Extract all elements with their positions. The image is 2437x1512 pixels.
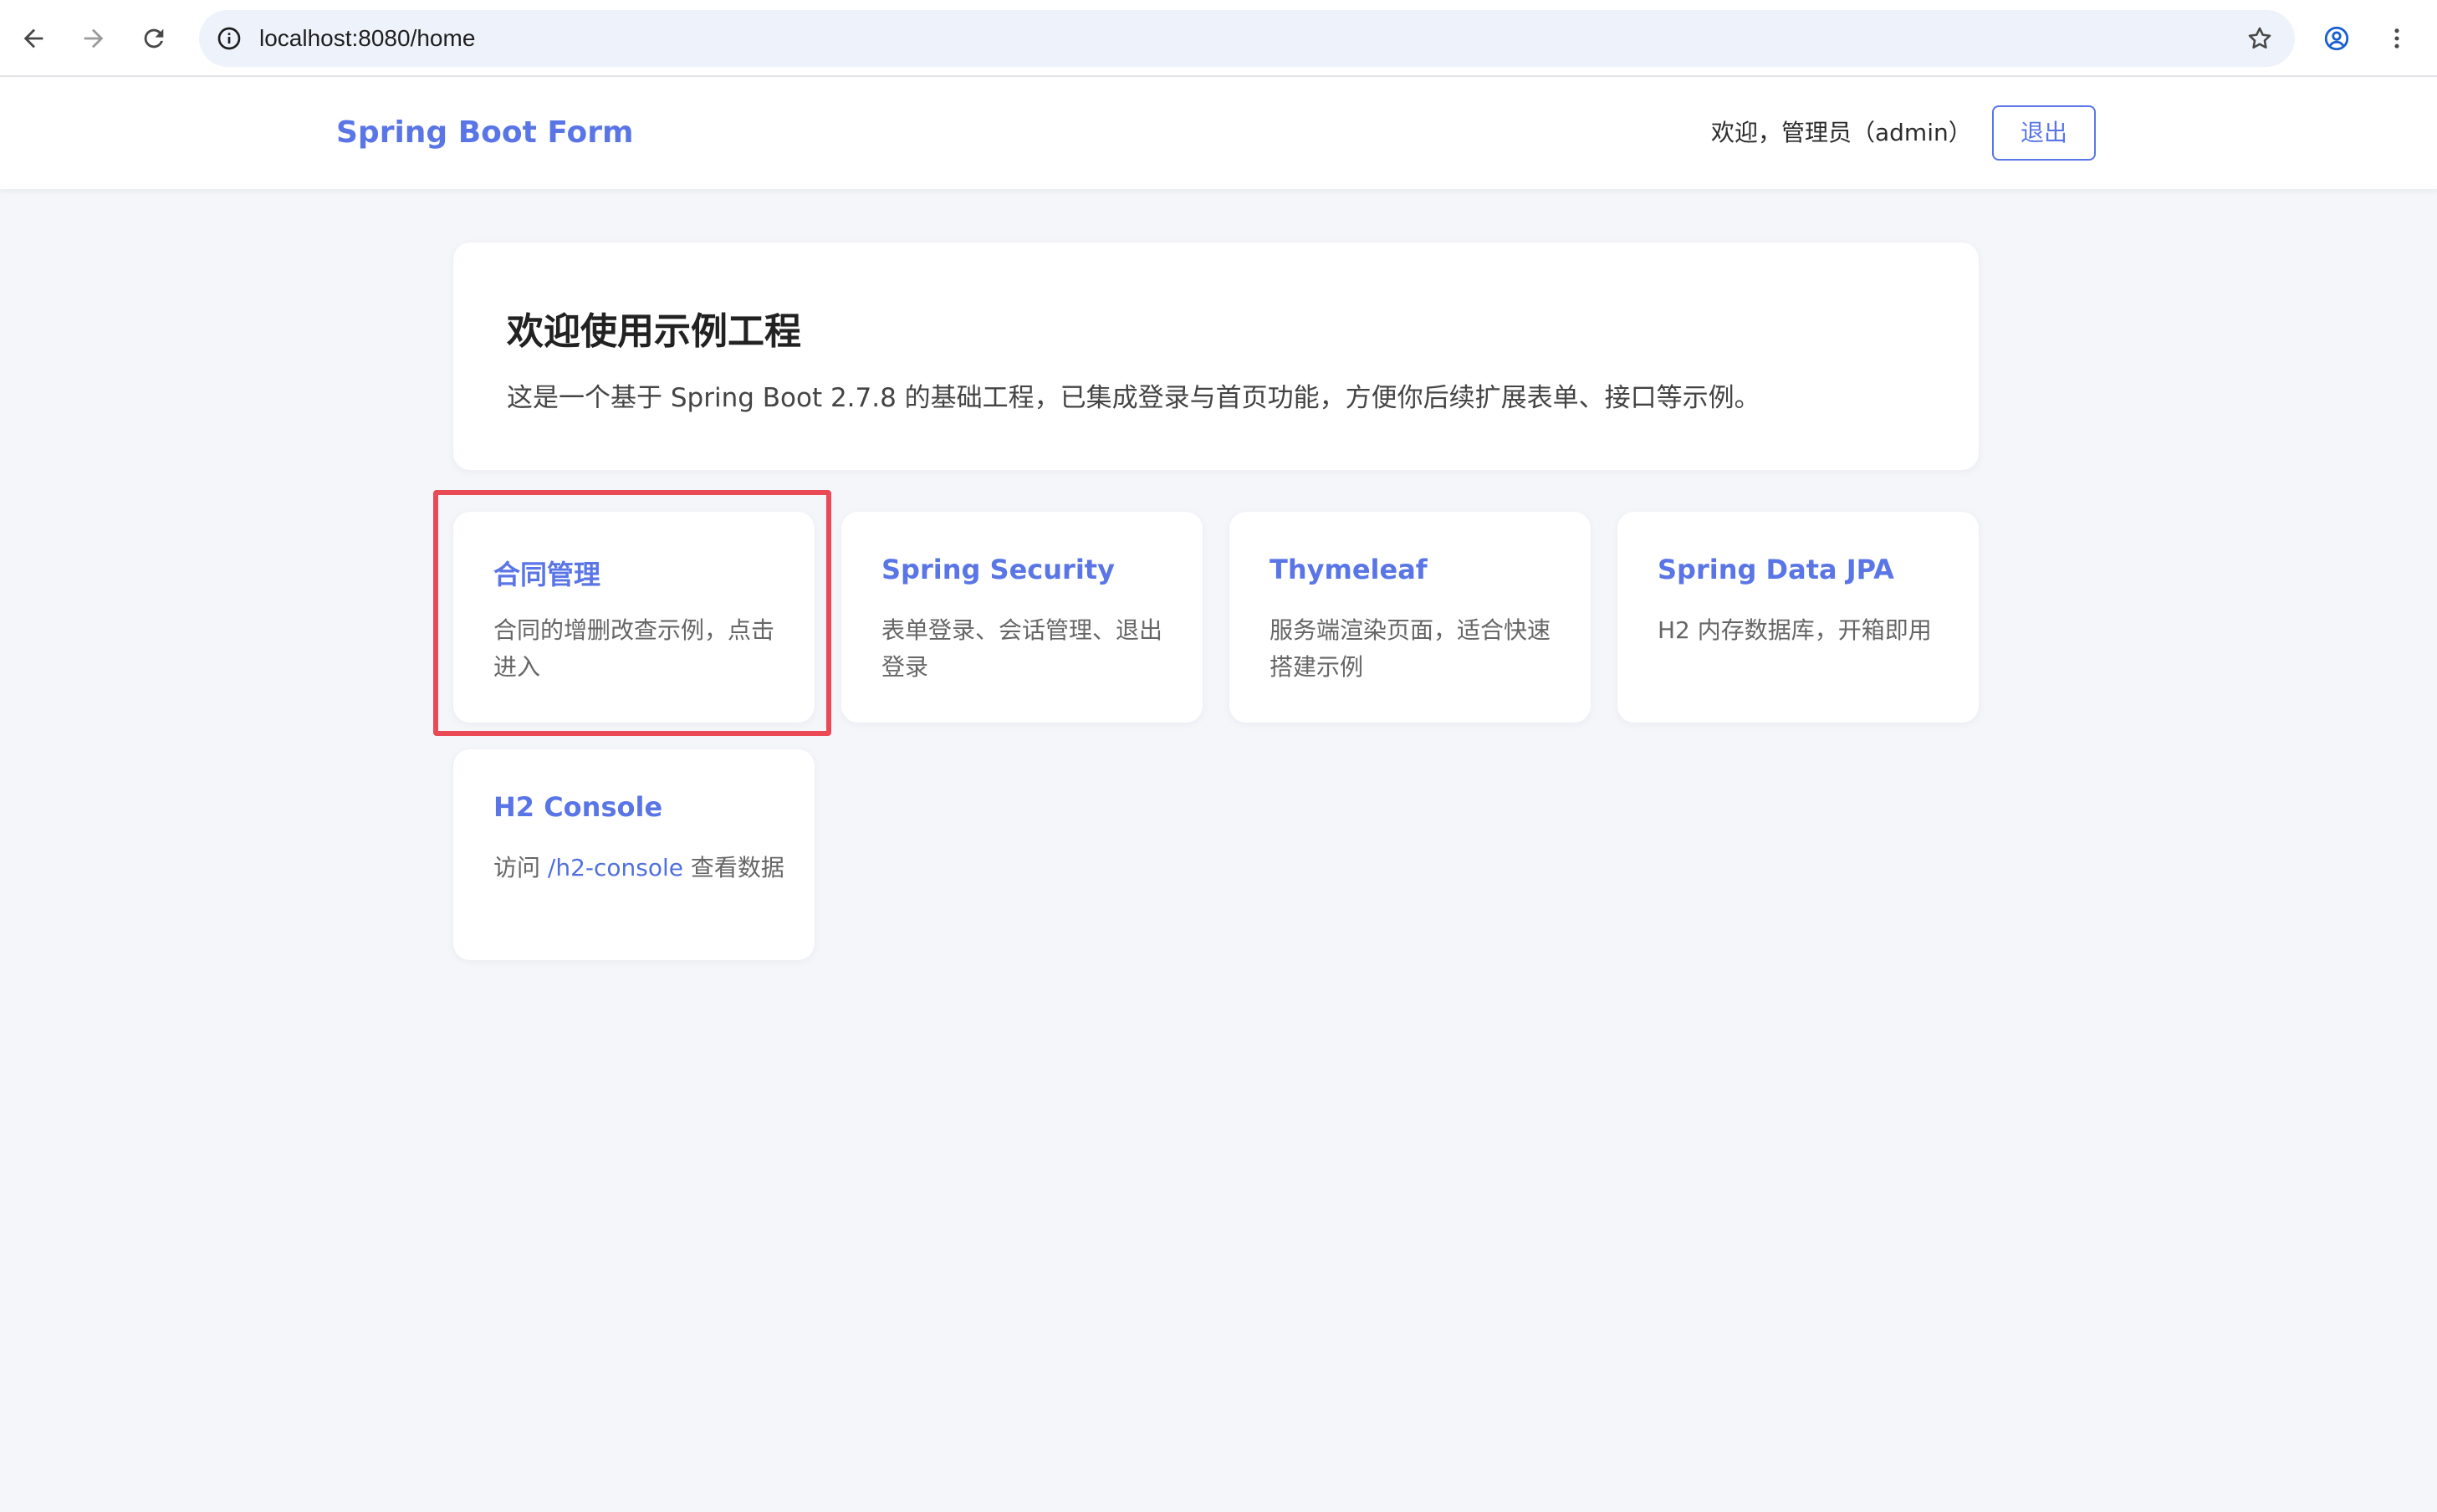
card-contract-management[interactable]: 合同管理 合同的增删改查示例，点击进入 <box>453 512 815 723</box>
desc-prefix: 访问 <box>493 854 548 881</box>
bookmark-star-icon[interactable] <box>2243 22 2276 55</box>
card-spring-data-jpa[interactable]: Spring Data JPA H2 内存数据库，开箱即用 <box>1617 512 1979 723</box>
card-description: H2 内存数据库，开箱即用 <box>1658 616 1932 644</box>
desc-suffix: 查看数据 <box>683 854 784 881</box>
card-description: 表单登录、会话管理、退出登录 <box>881 616 1163 681</box>
card-h2-console[interactable]: H2 Console 访问 /h2-console 查看数据 <box>453 749 815 960</box>
site-info-icon[interactable] <box>212 22 246 55</box>
card-title[interactable]: Thymeleaf <box>1270 554 1428 585</box>
card-description: 服务端渲染页面，适合快速搭建示例 <box>1270 616 1551 681</box>
address-bar[interactable]: localhost:8080/home <box>199 10 2295 67</box>
forward-button[interactable] <box>74 18 114 59</box>
arrow-left-icon <box>23 28 43 49</box>
arrow-right-icon <box>84 28 104 49</box>
card-description: 访问 /h2-console 查看数据 <box>493 850 786 886</box>
brand-link[interactable]: Spring Boot Form <box>336 77 634 189</box>
more-vertical-icon <box>2394 28 2399 49</box>
card-title[interactable]: Spring Data JPA <box>1658 554 1894 585</box>
h2-console-link[interactable]: /h2-console <box>548 854 683 881</box>
card-spring-security[interactable]: Spring Security 表单登录、会话管理、退出登录 <box>841 512 1203 723</box>
hero-card: 欢迎使用示例工程 这是一个基于 Spring Boot 2.7.8 的基础工程，… <box>453 243 1979 470</box>
page-description: 这是一个基于 Spring Boot 2.7.8 的基础工程，已集成登录与首页功… <box>507 383 1760 413</box>
card-thymeleaf[interactable]: Thymeleaf 服务端渲染页面，适合快速搭建示例 <box>1229 512 1591 723</box>
browser-toolbar: localhost:8080/home <box>0 0 2437 77</box>
reload-button[interactable] <box>134 18 174 59</box>
site-header: Spring Boot Form 欢迎，管理员（admin） 退出 <box>0 77 2437 190</box>
browser-menu-button[interactable] <box>2377 18 2417 59</box>
page-title: 欢迎使用示例工程 <box>507 310 801 353</box>
welcome-text: 欢迎，管理员（admin） <box>1711 119 1972 146</box>
profile-button[interactable] <box>2317 18 2357 59</box>
reload-icon <box>144 28 164 49</box>
card-title[interactable]: 合同管理 <box>493 554 600 592</box>
back-button[interactable] <box>13 18 54 59</box>
logout-button[interactable]: 退出 <box>1992 105 2096 161</box>
account-circle-icon <box>2324 26 2349 51</box>
card-title[interactable]: H2 Console <box>493 791 662 823</box>
card-description: 合同的增删改查示例，点击进入 <box>493 616 775 681</box>
url-text[interactable]: localhost:8080/home <box>259 10 475 67</box>
card-title[interactable]: Spring Security <box>881 554 1115 585</box>
